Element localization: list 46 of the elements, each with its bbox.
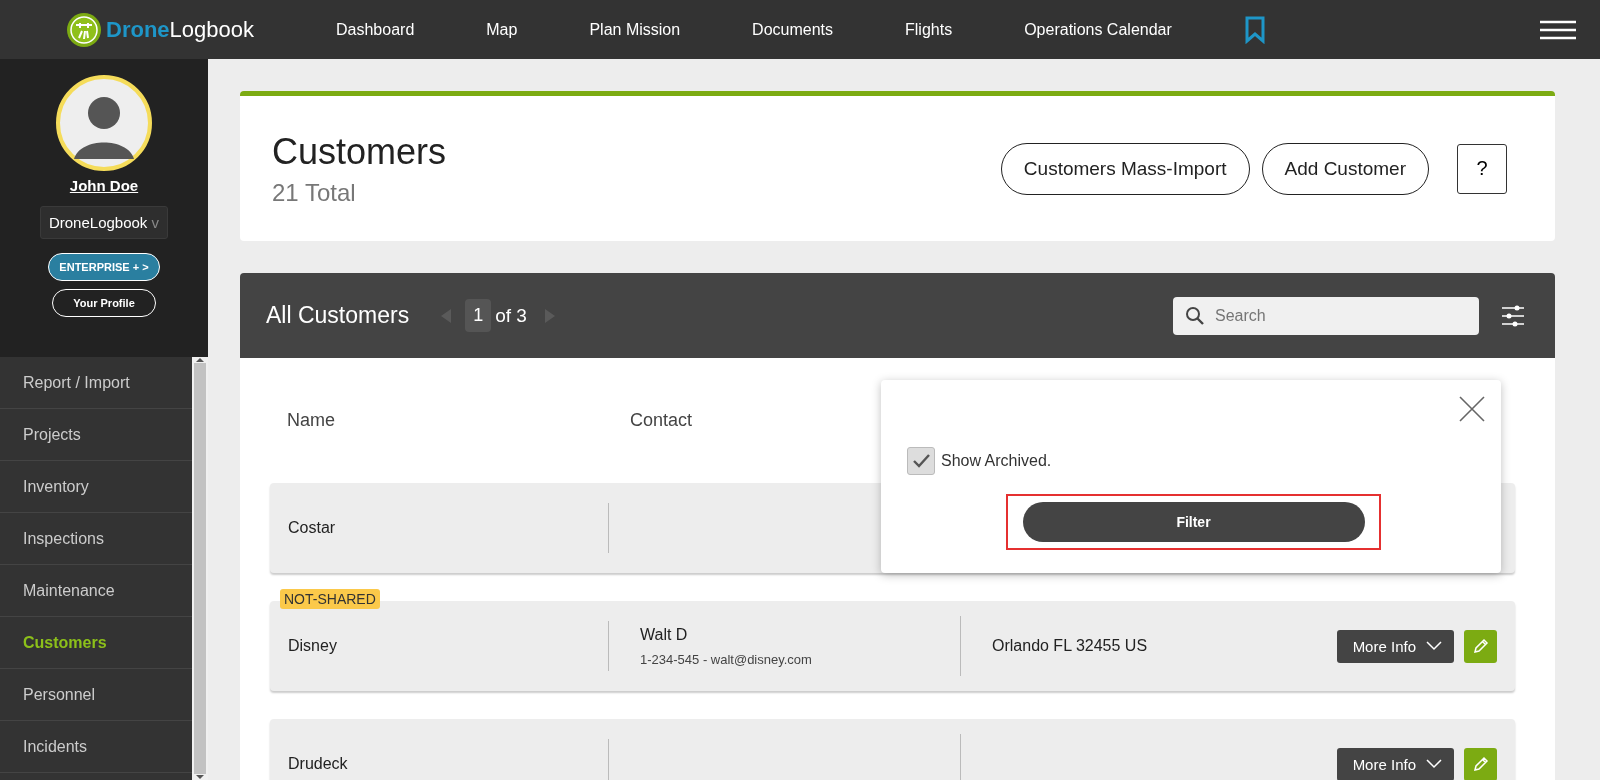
plan-button[interactable]: ENTERPRISE + > xyxy=(48,253,160,281)
column-header: Contact xyxy=(630,410,694,432)
checkbox-label: Show Archived. xyxy=(941,452,1052,470)
filter-button[interactable]: Filter xyxy=(1022,502,1365,542)
nav-link[interactable]: Dashboard xyxy=(336,20,415,39)
user-name-link[interactable]: John Doe xyxy=(69,177,139,194)
contact-name: Walt D xyxy=(640,625,689,644)
nav-link[interactable]: Plan Mission xyxy=(589,20,681,39)
customer-name: Drudeck xyxy=(288,755,348,773)
status-badge: NOT-SHARED xyxy=(280,589,380,609)
chevron-down-icon xyxy=(1426,759,1442,769)
customer-name: Costar xyxy=(288,519,336,537)
page-count: of 3 xyxy=(495,304,527,327)
filter-settings-icon[interactable] xyxy=(1501,303,1525,328)
more-info-button[interactable]: More Info xyxy=(1336,629,1454,663)
column-header: Name xyxy=(287,410,336,432)
menu-icon[interactable] xyxy=(1540,19,1576,40)
organization-select[interactable]: DroneLogbook v xyxy=(39,206,169,239)
address: Orlando FL 32455 US xyxy=(992,637,1148,654)
nav-link[interactable]: Documents xyxy=(752,20,834,39)
nav-link[interactable]: Flights xyxy=(905,20,953,39)
edit-button[interactable] xyxy=(1464,629,1497,663)
scrollbar[interactable] xyxy=(192,357,208,780)
close-icon[interactable] xyxy=(1459,396,1485,422)
pencil-icon xyxy=(1472,756,1489,772)
logo-icon xyxy=(66,11,102,48)
nav-link[interactable]: Map xyxy=(486,20,518,39)
search-icon xyxy=(1185,305,1205,326)
edit-button[interactable] xyxy=(1464,747,1497,780)
page-title: Customers xyxy=(272,130,447,173)
nav-link[interactable]: Operations Calendar xyxy=(1024,20,1172,39)
help-button[interactable]: ? xyxy=(1457,143,1507,194)
chevron-down-icon xyxy=(1426,641,1442,651)
page-number[interactable]: 1 xyxy=(465,299,492,332)
search-field[interactable]: Search xyxy=(1173,296,1479,335)
total-count: 21 Total xyxy=(272,178,357,207)
list-title: All Customers xyxy=(266,302,410,329)
action-button[interactable]: Add Customer xyxy=(1261,142,1429,195)
customer-name: Disney xyxy=(288,637,337,655)
pencil-icon xyxy=(1472,638,1489,654)
logo-text[interactable]: DroneLogbook xyxy=(106,16,254,43)
bookmark-icon[interactable] xyxy=(1243,15,1266,44)
action-button[interactable]: Customers Mass-Import xyxy=(1000,142,1250,195)
more-info-button[interactable]: More Info xyxy=(1336,747,1454,780)
contact-details: 1-234-545 - walt@disney.com xyxy=(640,651,813,667)
checkbox[interactable] xyxy=(907,447,935,475)
